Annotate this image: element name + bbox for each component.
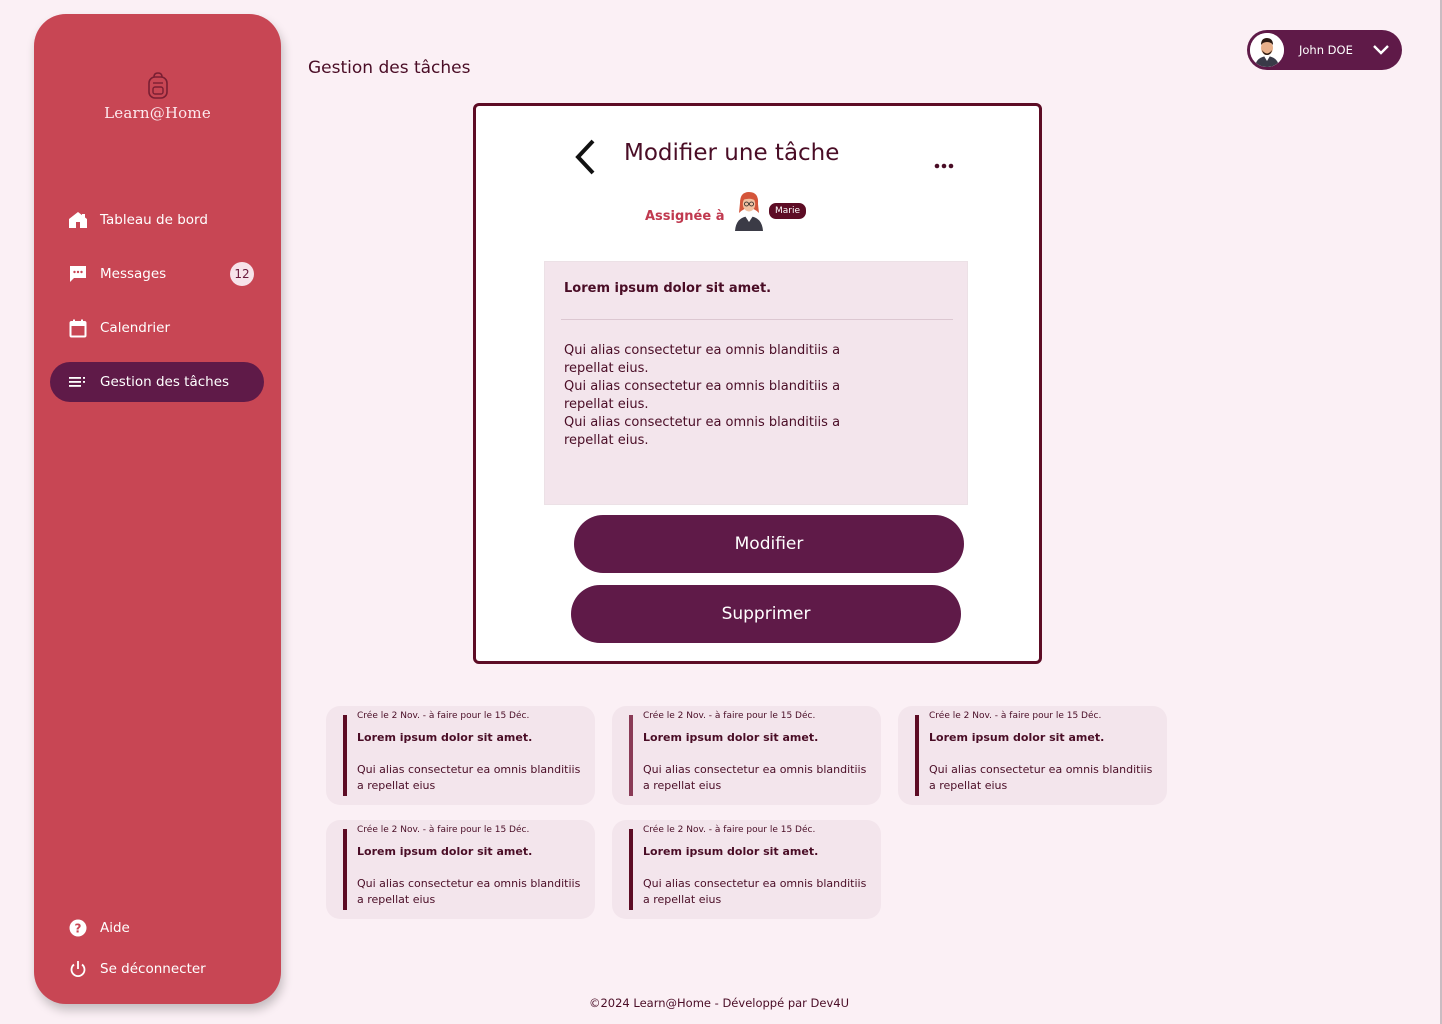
task-title[interactable]: Lorem ipsum dolor sit amet. [564,281,771,296]
more-horizontal-icon [934,163,954,169]
card-accent-bar [915,715,919,796]
assigned-label: Assignée à [645,209,725,224]
home-icon [68,210,88,230]
logo-text: Learn@Home [104,104,211,122]
footer: ©2024 Learn@Home - Développé par Dev4U [0,996,1442,1010]
more-options-button[interactable] [934,154,954,173]
svg-text:?: ? [75,922,82,936]
chevron-left-icon [575,139,595,175]
user-name: John DOE [1299,43,1353,57]
back-button[interactable] [572,138,598,176]
delete-button[interactable]: Supprimer [571,585,961,643]
user-menu[interactable]: John DOE [1247,30,1402,70]
assignee-name-badge: Marie [768,202,808,220]
task-description: Qui alias consectetur ea omnis blanditii… [643,877,867,906]
task-title: Lorem ipsum dolor sit amet. [357,731,533,744]
avatar [1250,33,1284,67]
sidebar: Learn@Home Tableau de bord Messages 12 C… [34,14,281,1004]
task-dates: Crée le 2 Nov. - à faire pour le 15 Déc. [643,825,816,835]
sidebar-item-dashboard[interactable]: Tableau de bord [50,200,264,240]
sidebar-item-logout[interactable]: Se déconnecter [50,949,264,989]
task-dates: Crée le 2 Nov. - à faire pour le 15 Déc. [357,711,530,721]
task-card[interactable]: Crée le 2 Nov. - à faire pour le 15 Déc.… [612,706,881,805]
edit-task-modal: Modifier une tâche Assignée à Marie Lore… [473,103,1042,664]
power-icon [68,959,88,979]
task-card[interactable]: Crée le 2 Nov. - à faire pour le 15 Déc.… [898,706,1167,805]
card-accent-bar [343,829,347,910]
sidebar-item-label: Calendrier [100,320,171,336]
task-card[interactable]: Crée le 2 Nov. - à faire pour le 15 Déc.… [326,820,595,919]
modal-title: Modifier une tâche [624,140,840,166]
sidebar-item-calendar[interactable]: Calendrier [50,308,264,348]
sidebar-item-help[interactable]: ? Aide [50,908,264,948]
task-card[interactable]: Crée le 2 Nov. - à faire pour le 15 Déc.… [326,706,595,805]
divider [561,319,953,320]
footer-text: ©2024 Learn@Home - Développé par Dev4U [588,996,850,1010]
sidebar-item-label: Se déconnecter [100,961,206,977]
task-title: Lorem ipsum dolor sit amet. [357,845,533,858]
sidebar-item-tasks[interactable]: Gestion des tâches [50,362,264,402]
sidebar-item-label: Aide [100,920,130,936]
sidebar-item-messages[interactable]: Messages 12 [50,254,264,294]
sidebar-item-label: Messages [100,266,167,282]
task-dates: Crée le 2 Nov. - à faire pour le 15 Déc. [929,711,1102,721]
task-title: Lorem ipsum dolor sit amet. [643,731,819,744]
assignee-avatar[interactable] [732,189,766,231]
messages-count-badge: 12 [230,262,254,286]
page-title: Gestion des tâches [308,58,471,78]
task-dates: Crée le 2 Nov. - à faire pour le 15 Déc. [357,825,530,835]
help-icon: ? [68,918,88,938]
task-description: Qui alias consectetur ea omnis blanditii… [643,763,867,792]
task-content-box[interactable]: Lorem ipsum dolor sit amet. Qui alias co… [544,261,968,505]
task-title: Lorem ipsum dolor sit amet. [643,845,819,858]
task-dates: Crée le 2 Nov. - à faire pour le 15 Déc. [643,711,816,721]
logo[interactable]: Learn@Home [34,72,281,122]
task-description[interactable]: Qui alias consectetur ea omnis blanditii… [564,342,864,450]
card-accent-bar [629,829,633,910]
task-description: Qui alias consectetur ea omnis blanditii… [357,763,581,792]
card-accent-bar [343,715,347,796]
task-card[interactable]: Crée le 2 Nov. - à faire pour le 15 Déc.… [612,820,881,919]
task-description: Qui alias consectetur ea omnis blanditii… [357,877,581,906]
calendar-icon [68,318,88,338]
sidebar-item-label: Tableau de bord [100,212,208,228]
task-title: Lorem ipsum dolor sit amet. [929,731,1105,744]
card-accent-bar [629,715,633,796]
chevron-down-icon[interactable] [1372,44,1390,56]
task-description: Qui alias consectetur ea omnis blanditii… [929,763,1153,792]
list-icon [68,372,88,392]
modify-button[interactable]: Modifier [574,515,964,573]
chat-icon [68,264,88,284]
sidebar-item-label: Gestion des tâches [100,374,230,390]
backpack-icon [147,72,168,99]
